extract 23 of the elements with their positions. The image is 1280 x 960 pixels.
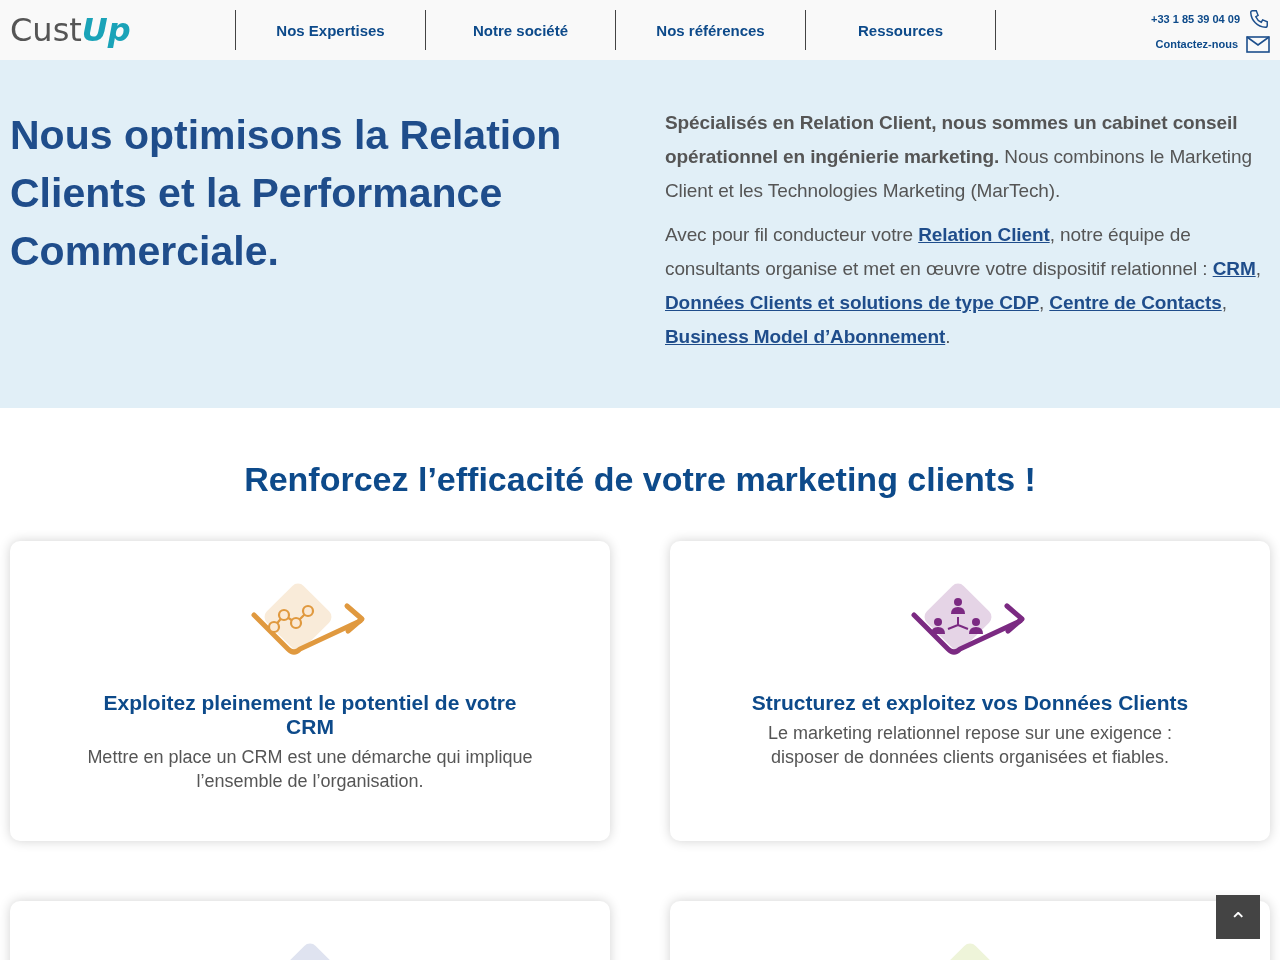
- hero-heading: Nous optimisons la Relation Clients et la Performance Commerciale.: [10, 111, 563, 276]
- back-to-top-button[interactable]: ⌃: [1216, 895, 1260, 939]
- card-title: Exploitez pleinement le potentiel de votre CRM: [102, 691, 518, 739]
- services-paragraph: Avec pour fil conducteur votre Relation Client, notre équipe de consultants organise et met en œuvre votre dispositif relationnel : CRM, Données Clients et solutions de type CDP, Centre de Contacts, Business Model d’Abonnement.: [665, 223, 1262, 349]
- service-link[interactable]: Business Model d’Abonnement: [665, 326, 946, 347]
- logo[interactable]: CustUp: [10, 14, 235, 46]
- service-link[interactable]: Données Clients et solutions de type CDP: [665, 292, 1039, 313]
- section-heading: Renforcez l’efficacité de votre marketing clients !: [243, 460, 1037, 499]
- nav-link[interactable]: Nos références: [616, 10, 806, 50]
- card-text: Le marketing relationnel repose sur une exigence : disposer de données clients organisées et fiables.: [766, 722, 1174, 769]
- card-title: Structurez et exploitez vos Données Clients: [751, 691, 1189, 715]
- service-link[interactable]: Relation Client: [918, 224, 1050, 245]
- envelope-icon[interactable]: [1246, 35, 1270, 53]
- card-text: Mettre en place un CRM est une démarche qui implique l’ensemble de l’organisation.: [86, 746, 534, 793]
- phone-number[interactable]: +33 1 85 39 04 09: [1151, 12, 1240, 25]
- service-link[interactable]: CRM: [1212, 258, 1256, 279]
- contact-link[interactable]: Contactez-nous: [1155, 38, 1238, 50]
- nav-link[interactable]: Ressources: [806, 10, 996, 50]
- service-link[interactable]: Centre de Contacts: [1049, 292, 1222, 313]
- phone-icon[interactable]: [1248, 7, 1270, 30]
- nav-link[interactable]: Notre société: [426, 10, 616, 50]
- nav-link[interactable]: Nos Expertises: [236, 10, 426, 50]
- intro-paragraph: Spécialisés en Relation Client, nous sommes un cabinet conseil opérationnel en ingénierie marketing. Nous combinons le Marketing Client et les Technologies Marketing (MarTech).: [665, 111, 1253, 203]
